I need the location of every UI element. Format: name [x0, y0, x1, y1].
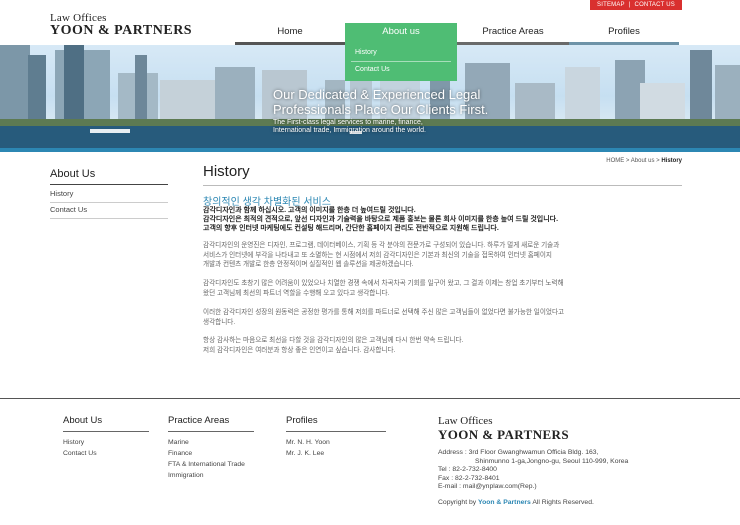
footer-title-underline [286, 431, 386, 432]
body-line: 항상 감사하는 마음으로 최선을 다할 것을 감각디자인의 많은 고객님께 다시… [203, 337, 464, 344]
body-line: 생각합니다. [203, 318, 236, 326]
sidebar-title: About Us [50, 168, 96, 180]
copyright-prefix: Copyright by [438, 499, 477, 506]
nav-profiles-label: Profiles [608, 26, 640, 37]
site-logo[interactable]: Law Offices YOON & PARTNERS [50, 12, 192, 39]
body-line: 이러한 감각디자인 성장의 원동력은 공정한 평가를 통해 저희를 파트너로 선… [203, 309, 565, 316]
footer-link-yoon[interactable]: Mr. N. H. Yoon [286, 437, 386, 448]
sidebar-item-history[interactable]: History [50, 189, 168, 203]
footer-link-finance[interactable]: Finance [168, 448, 254, 459]
body-line: 개발과 컨텐츠 개발로 한층 안정적이며 실질적인 웹 솔루션을 제공하겠습니다… [203, 261, 414, 268]
breadcrumb-sep: > [656, 158, 660, 164]
footer-logo-line1: Law Offices [438, 415, 493, 427]
footer-link-lee[interactable]: Mr. J. K. Lee [286, 448, 386, 459]
submenu-item-history[interactable]: History [345, 45, 457, 61]
nav-practice-label: Practice Areas [482, 26, 544, 37]
intro-line: 고객의 향후 인터넷 마케팅에도 컨설팅 해드리며, 간단한 홈페이지 관리도 … [203, 225, 499, 232]
main-nav: Home About us Practice Areas Profiles [235, 23, 740, 45]
breadcrumb: HOME > About us > History [606, 158, 682, 164]
contact-us-link[interactable]: CONTACT US [635, 2, 675, 8]
footer-link-contact[interactable]: Contact Us [63, 448, 149, 459]
body-line: 감각디자인의 운영진은 디자인, 프로그램, 데이터베이스, 기획 등 각 분야… [203, 242, 560, 249]
footer-address-1: Address : 3rd Floor Gwanghwamun Officia … [438, 449, 599, 456]
footer-logo-line2: YOON & PARTNERS [438, 427, 569, 442]
nav-home-label: Home [277, 26, 303, 37]
body-line: 왔던 고객님께 최선의 파트너 역할을 수행해 오고 있다고 생각합니다. [203, 289, 390, 297]
intro-text: 감각디자인과 함께 하십시오. 고객의 이미지를 한층 더 높여드릴 것입니다.… [203, 206, 683, 233]
footer-col-profiles: Profiles Mr. N. H. Yoon Mr. J. K. Lee [286, 415, 386, 459]
body-line: 저희 감각디자인은 여러분과 항상 좋은 인연이고 싶습니다. 감사합니다. [203, 346, 396, 354]
submenu-item-contact[interactable]: Contact Us [345, 62, 457, 78]
nav-item-about[interactable]: About us [345, 23, 457, 45]
footer-email[interactable]: E-mail : mail@ynplaw.com(Rep.) [438, 483, 628, 492]
body-paragraph-2: 감각디자인도 초창기 많은 어려움이 있었으나 치열한 경쟁 속에서 차곡차곡 … [203, 279, 683, 298]
body-paragraph-4: 항상 감사하는 마음으로 최선을 다할 것을 감각디자인의 많은 고객님께 다시… [203, 336, 683, 355]
hero-bottom-stripe [0, 148, 740, 152]
breadcrumb-sep: > [625, 158, 630, 164]
footer-logo: Law Offices YOON & PARTNERS [438, 415, 569, 443]
footer-fax: Fax : 82-2-732-8401 [438, 474, 500, 482]
utility-bar: SITEMAP | CONTACT US [590, 0, 682, 10]
nav-about-label: About us [382, 26, 420, 37]
footer-about-title: About Us [63, 415, 103, 426]
nav-item-home[interactable]: Home [235, 23, 345, 45]
sidebar-item-contact[interactable]: Contact Us [50, 205, 168, 219]
hero-line1: Our Dedicated & Experienced Legal [273, 87, 481, 102]
breadcrumb-home[interactable]: HOME [606, 158, 624, 164]
footer-copyright: Copyright by Yoon & Partners All Rights … [438, 499, 594, 506]
page-title: History [203, 163, 250, 180]
hero-sub1: The First-class legal services to marine… [273, 119, 423, 126]
footer-col-practice: Practice Areas Marine Finance FTA & Inte… [168, 415, 254, 481]
copyright-brand: Yoon & Partners [478, 499, 531, 506]
nav-item-profiles[interactable]: Profiles [569, 23, 679, 45]
sidebar-item-divider [50, 202, 168, 203]
sidebar-contact-label: Contact Us [50, 205, 88, 214]
footer-link-history[interactable]: History [63, 437, 149, 448]
footer-practice-title: Practice Areas [168, 415, 230, 426]
copyright-suffix: All Rights Reserved. [532, 499, 594, 506]
footer-title-underline [63, 431, 149, 432]
intro-line: 감각디자인과 함께 하십시오. 고객의 이미지를 한층 더 높여드릴 것입니다. [203, 207, 416, 214]
logo-line2: YOON & PARTNERS [50, 23, 193, 38]
footer-link-immigration[interactable]: Immigration [168, 470, 254, 481]
body-line: 감각디자인도 초창기 많은 어려움이 있었으나 치열한 경쟁 속에서 차곡차곡 … [203, 280, 564, 287]
footer-tel: Tel : 82-2-732-8400 [438, 466, 497, 474]
footer-col-about: About Us History Contact Us [63, 415, 149, 459]
footer-title-underline [168, 431, 254, 432]
hero-sub2: International trade, Immigration around … [273, 127, 426, 134]
footer-contact-info: Address : 3rd Floor Gwanghwamun Officia … [438, 449, 628, 492]
footer-address-2: Shinmunno 1-ga,Jongno-gu, Seoul 110-999,… [475, 457, 629, 465]
body-line: 서비스가 인터넷에 부각을 나타내고 또 소멸하는 현 시점에서 저희 감각디자… [203, 251, 552, 259]
breadcrumb-about[interactable]: About us [631, 158, 655, 164]
body-paragraph-1: 감각디자인의 운영진은 디자인, 프로그램, 데이터베이스, 기획 등 각 분야… [203, 241, 683, 270]
footer-profiles-title: Profiles [286, 415, 318, 426]
util-separator: | [628, 2, 631, 8]
footer-link-marine[interactable]: Marine [168, 437, 254, 448]
footer-link-fta[interactable]: FTA & International Trade [168, 459, 254, 470]
title-divider [203, 185, 682, 186]
intro-line: 감각디자인은 최적의 견적으로, 앞선 디자인과 기술력을 바탕으로 제품 홍보… [203, 216, 559, 223]
sidebar-title-divider [50, 184, 168, 185]
sidebar-item-divider [50, 218, 168, 219]
breadcrumb-current: History [661, 158, 682, 164]
footer-divider [0, 398, 740, 399]
sitemap-link[interactable]: SITEMAP [597, 2, 625, 8]
nav-item-practice[interactable]: Practice Areas [457, 23, 569, 45]
hero-headline: Our Dedicated & Experienced Legal Profes… [273, 87, 488, 135]
body-paragraph-3: 이러한 감각디자인 성장의 원동력은 공정한 평가를 통해 저희를 파트너로 선… [203, 308, 683, 327]
hero-line2: Professionals Place Our Clients First. [273, 102, 489, 117]
about-submenu: History Contact Us [345, 45, 457, 81]
sidebar-history-label: History [50, 189, 74, 198]
